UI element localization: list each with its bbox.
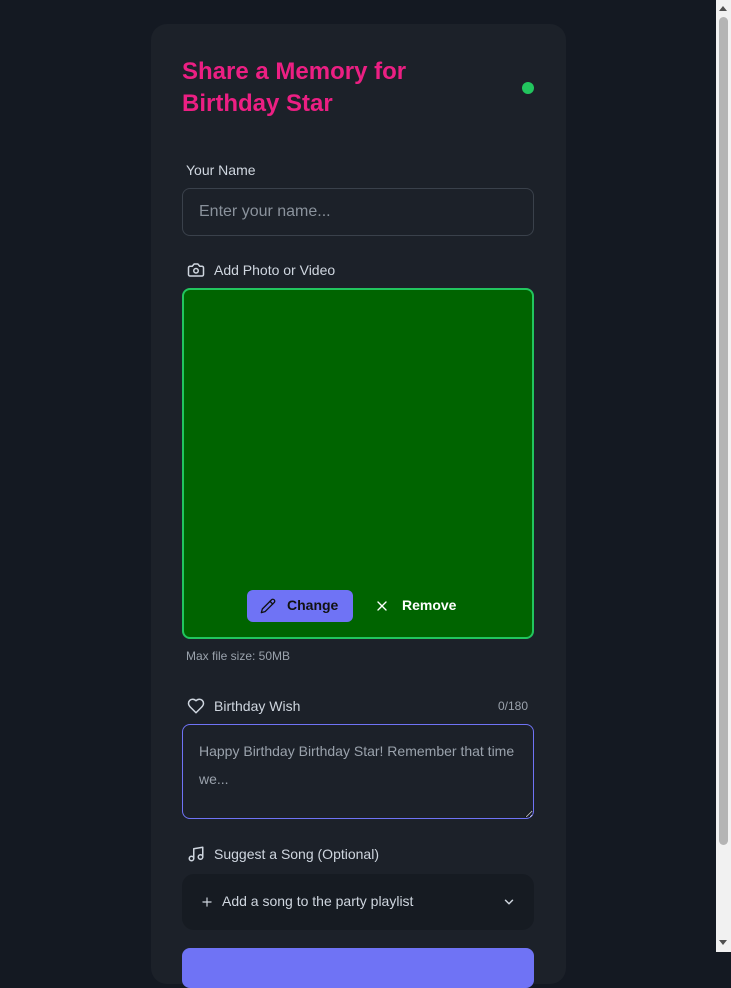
name-label: Your Name — [186, 162, 256, 178]
song-dropdown-label: Add a song to the party playlist — [222, 893, 414, 909]
song-label: Suggest a Song (Optional) — [214, 846, 379, 862]
heart-icon — [187, 697, 205, 715]
camera-icon — [187, 261, 205, 279]
song-dropdown[interactable]: Add a song to the party playlist — [182, 874, 534, 930]
chevron-down-icon — [502, 895, 516, 909]
media-label: Add Photo or Video — [214, 262, 336, 278]
remove-button-label: Remove — [402, 597, 457, 613]
status-indicator — [522, 82, 534, 94]
wish-char-counter: 0/180 — [498, 699, 529, 713]
scroll-up-arrow-icon[interactable] — [719, 6, 727, 11]
pencil-icon — [260, 598, 276, 614]
name-input[interactable] — [182, 188, 534, 236]
scroll-down-arrow-icon[interactable] — [719, 940, 727, 945]
music-icon — [187, 845, 205, 863]
max-file-size-note: Max file size: 50MB — [186, 649, 291, 663]
plus-icon — [200, 895, 214, 909]
submit-button[interactable] — [182, 948, 534, 988]
remove-media-button[interactable]: Remove — [366, 590, 470, 622]
scrollbar-thumb[interactable] — [719, 17, 728, 845]
wish-label: Birthday Wish — [214, 698, 301, 714]
media-preview[interactable] — [182, 288, 534, 639]
close-icon — [374, 598, 390, 614]
wish-textarea[interactable] — [182, 724, 534, 819]
change-button-label: Change — [287, 597, 339, 613]
page-title: Share a Memory for Birthday Star — [182, 58, 407, 117]
change-media-button[interactable]: Change — [247, 590, 353, 622]
